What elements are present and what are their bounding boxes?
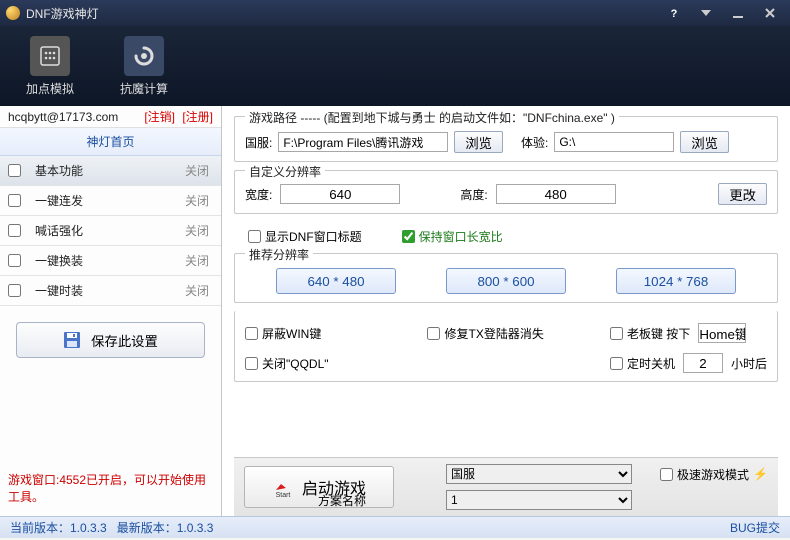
sidebar-checkbox[interactable] [8, 194, 21, 207]
sidebar-checkbox[interactable] [8, 284, 21, 297]
window-title: DNF游戏神灯 [26, 5, 656, 22]
sidebar-item-status: 关闭 [185, 252, 209, 269]
width-label: 宽度: [245, 186, 272, 203]
sidebar-header[interactable]: 神灯首页 [0, 128, 221, 156]
bug-report-link[interactable]: BUG提交 [730, 519, 780, 536]
sidebar-item-label: 一键换装 [35, 252, 185, 269]
sidebar-item-status: 关闭 [185, 222, 209, 239]
sidebar-item-label: 喊话强化 [35, 222, 185, 239]
save-button-label: 保存此设置 [91, 331, 158, 350]
plan-select[interactable]: 1 [446, 490, 632, 510]
swirl-icon [124, 36, 164, 76]
rec-res-legend: 推荐分辨率 [245, 246, 313, 263]
save-settings-button[interactable]: 保存此设置 [16, 322, 205, 358]
boss-key-input[interactable] [698, 323, 746, 343]
current-version: 当前版本：1.0.3.3 [10, 519, 107, 536]
res-800-button[interactable]: 800 * 600 [446, 268, 566, 294]
sidebar-item-status: 关闭 [185, 282, 209, 299]
start-icon: Start [272, 476, 294, 498]
path-legend: 游戏路径 ----- (配置到地下城与勇士 的启动文件如："DNFchina.e… [245, 109, 619, 126]
svg-text:?: ? [671, 8, 678, 19]
sidebar-item-equip[interactable]: 一键换装 关闭 [0, 246, 221, 276]
shield-win-checkbox[interactable]: 屏蔽WIN键 [245, 325, 411, 342]
calculator-icon [30, 36, 70, 76]
browse-guofu-button[interactable]: 浏览 [454, 131, 503, 153]
height-label: 高度: [460, 186, 487, 203]
plan-label: 方案名称 [318, 492, 438, 509]
sidebar-item-status: 关闭 [185, 162, 209, 179]
sidebar-item-label: 一键连发 [35, 192, 185, 209]
app-logo-icon [6, 6, 20, 20]
fast-mode-checkbox[interactable]: 极速游戏模式 ⚡ [640, 466, 768, 483]
tiyan-label: 体验: [521, 134, 548, 151]
toolbar-resist-calc[interactable]: 抗魔计算 [112, 30, 176, 103]
sidebar-item-status: 关闭 [185, 192, 209, 209]
register-link[interactable]: [注册] [182, 110, 213, 124]
sidebar-checkbox[interactable] [8, 254, 21, 267]
logout-link[interactable]: [注销] [144, 110, 175, 124]
sidebar-checkbox[interactable] [8, 164, 21, 177]
timer-shutdown-checkbox[interactable]: 定时关机小时后 [610, 353, 767, 373]
custom-res-legend: 自定义分辨率 [245, 163, 325, 180]
toolbar-label: 加点模拟 [26, 80, 74, 97]
sidebar-item-shout[interactable]: 喊话强化 关闭 [0, 216, 221, 246]
browse-tiyan-button[interactable]: 浏览 [680, 131, 729, 153]
res-1024-button[interactable]: 1024 * 768 [616, 268, 736, 294]
sidebar-item-label: 基本功能 [35, 162, 185, 179]
boss-key-checkbox[interactable]: 老板键 按下 [610, 323, 767, 343]
tiyan-path-input[interactable] [554, 132, 674, 152]
user-email: hcqbytt@17173.com [8, 110, 118, 124]
guofu-path-input[interactable] [278, 132, 448, 152]
show-title-checkbox[interactable]: 显示DNF窗口标题 [248, 228, 362, 245]
sidebar-item-combo[interactable]: 一键连发 关闭 [0, 186, 221, 216]
keep-ratio-checkbox[interactable]: 保持窗口长宽比 [402, 228, 503, 245]
toolbar-label: 抗魔计算 [120, 80, 168, 97]
latest-version: 最新版本：1.0.3.3 [117, 519, 214, 536]
svg-text:Start: Start [276, 492, 291, 498]
timer-hours-input[interactable] [683, 353, 723, 373]
save-icon [63, 331, 81, 349]
change-res-button[interactable]: 更改 [718, 183, 767, 205]
lightning-icon: ⚡ [753, 467, 768, 481]
sidebar-checkbox[interactable] [8, 224, 21, 237]
game-window-notice: 游戏窗口:4552已开启，可以开始使用工具。 [0, 466, 221, 516]
width-input[interactable] [280, 184, 400, 204]
sidebar-item-label: 一键时装 [35, 282, 185, 299]
help-button[interactable]: ? [660, 4, 688, 22]
toolbar-add-sim[interactable]: 加点模拟 [18, 30, 82, 103]
close-qqdl-checkbox[interactable]: 关闭"QQDL" [245, 355, 411, 372]
close-button[interactable] [756, 4, 784, 22]
sidebar-item-basic[interactable]: 基本功能 关闭 [0, 156, 221, 186]
guofu-label: 国服: [245, 134, 272, 151]
dropdown-button[interactable] [692, 4, 720, 22]
height-input[interactable] [496, 184, 616, 204]
server-select[interactable]: 国服 [446, 464, 632, 484]
fix-tx-checkbox[interactable]: 修复TX登陆器消失 [427, 325, 593, 342]
sidebar-item-fashion[interactable]: 一键时装 关闭 [0, 276, 221, 306]
minimize-button[interactable] [724, 4, 752, 22]
res-640-button[interactable]: 640 * 480 [276, 268, 396, 294]
